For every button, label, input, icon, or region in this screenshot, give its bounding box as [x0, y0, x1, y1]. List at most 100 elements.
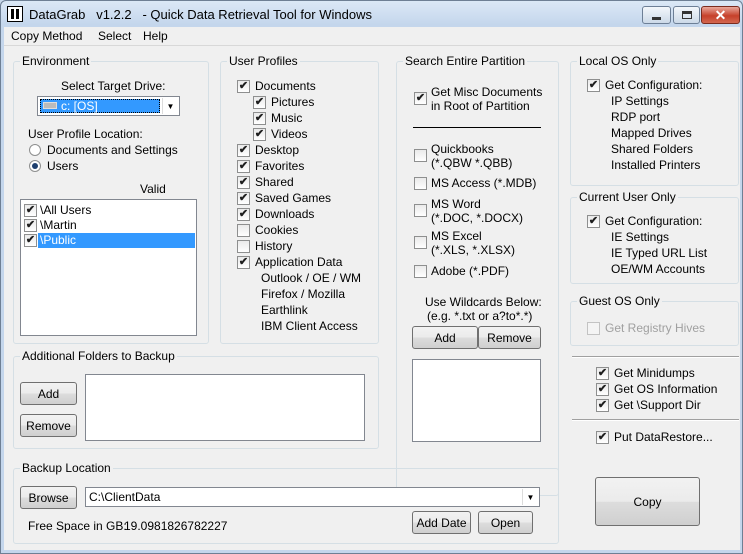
backup-path-value: C:\ClientData: [89, 490, 161, 504]
os-info-checkbox[interactable]: ✔: [596, 383, 609, 396]
client-area: Environment Select Target Drive: c: [OS]…: [4, 46, 740, 550]
support-dir-label: Get \Support Dir: [614, 398, 701, 412]
menu-copy-method[interactable]: Copy Method: [11, 29, 82, 43]
user-profiles-group: User Profiles ✔ Documents ✔ Pictures ✔ M…: [220, 54, 379, 344]
shared-checkbox[interactable]: ✔: [237, 176, 250, 189]
title-bar[interactable]: DataGrab v1.2.2 - Quick Data Retrieval T…: [1, 1, 742, 27]
ie-settings-label: IE Settings: [611, 230, 670, 244]
videos-checkbox[interactable]: ✔: [253, 128, 266, 141]
registry-hives-label: Get Registry Hives: [605, 321, 706, 335]
ms-excel-line2: (*.XLS, *.XLSX): [431, 243, 516, 257]
pictures-checkbox[interactable]: ✔: [253, 96, 266, 109]
music-checkbox[interactable]: ✔: [253, 112, 266, 125]
application-data-label: Application Data: [255, 255, 343, 269]
adobe-label: Adobe (*.PDF): [431, 264, 510, 278]
copy-button[interactable]: Copy: [595, 477, 700, 526]
wildcard-remove-button[interactable]: Remove: [478, 326, 541, 349]
user-config-checkbox[interactable]: ✔: [587, 215, 600, 228]
browse-button[interactable]: Browse: [20, 486, 77, 509]
application-data-checkbox[interactable]: ✔: [237, 256, 250, 269]
guest-os-title: Guest OS Only: [577, 294, 662, 308]
free-space-value: 19.0981826782227: [124, 519, 228, 533]
adobe-checkbox[interactable]: ✔: [414, 265, 427, 278]
ms-access-checkbox[interactable]: ✔: [414, 177, 427, 190]
close-icon: ✕: [714, 7, 727, 23]
profile-checkbox[interactable]: ✔: [24, 204, 37, 217]
saved-games-checkbox[interactable]: ✔: [237, 192, 250, 205]
registry-hives-checkbox[interactable]: ✔: [587, 322, 600, 335]
folder-add-button[interactable]: Add: [20, 382, 77, 405]
profile-label: \Public: [40, 233, 77, 247]
app-window: DataGrab v1.2.2 - Quick Data Retrieval T…: [0, 0, 743, 554]
radio-documents-and-settings[interactable]: [29, 144, 41, 156]
add-date-button[interactable]: Add Date: [412, 511, 471, 534]
ibm-client-access-label: IBM Client Access: [261, 319, 358, 333]
favorites-checkbox[interactable]: ✔: [237, 160, 250, 173]
support-dir-checkbox[interactable]: ✔: [596, 399, 609, 412]
app-icon[interactable]: [7, 6, 23, 22]
put-datarestore-checkbox[interactable]: ✔: [596, 431, 609, 444]
profile-checkbox[interactable]: ✔: [24, 234, 37, 247]
put-datarestore-label: Put DataRestore...: [614, 430, 713, 444]
desktop-label: Desktop: [255, 143, 300, 157]
guest-os-group: Guest OS Only ✔ Get Registry Hives: [570, 294, 739, 346]
valid-label: Valid: [140, 182, 166, 196]
pictures-label: Pictures: [271, 95, 315, 109]
documents-checkbox[interactable]: ✔: [237, 80, 250, 93]
local-os-title: Local OS Only: [577, 54, 659, 68]
misc-docs-checkbox[interactable]: ✔: [414, 92, 427, 105]
radio-users[interactable]: [29, 160, 41, 172]
close-button[interactable]: ✕: [701, 6, 740, 24]
quickbooks-line1: Quickbooks: [431, 142, 494, 156]
drive-selection-highlight: [40, 99, 160, 113]
history-checkbox[interactable]: ✔: [237, 240, 250, 253]
ip-settings-label: IP Settings: [611, 94, 669, 108]
maximize-icon: [681, 11, 692, 19]
downloads-label: Downloads: [255, 207, 315, 221]
wildcard-add-button[interactable]: Add: [412, 326, 478, 349]
maximize-button[interactable]: [673, 6, 700, 24]
local-config-label: Get Configuration:: [605, 78, 703, 92]
list-item[interactable]: ✔ \All Users: [22, 203, 195, 218]
profile-checkbox[interactable]: ✔: [24, 219, 37, 232]
documents-label: Documents: [255, 79, 316, 93]
profile-list[interactable]: ✔ \All Users ✔ \Martin ✔ \Public: [20, 199, 197, 336]
ms-word-checkbox[interactable]: ✔: [414, 204, 427, 217]
desktop-checkbox[interactable]: ✔: [237, 144, 250, 157]
ie-typed-url-label: IE Typed URL List: [611, 246, 708, 260]
firefox-label: Firefox / Mozilla: [261, 287, 346, 301]
radio-label-users: Users: [47, 159, 79, 173]
minimize-button[interactable]: [642, 6, 671, 24]
search-partition-group: Search Entire Partition ✔ Get Misc Docum…: [396, 54, 559, 496]
ms-excel-checkbox[interactable]: ✔: [414, 236, 427, 249]
history-label: History: [255, 239, 293, 253]
minidumps-checkbox[interactable]: ✔: [596, 367, 609, 380]
installed-printers-label: Installed Printers: [611, 158, 701, 172]
list-item[interactable]: ✔ \Public: [22, 233, 195, 248]
chevron-down-icon[interactable]: ▼: [162, 98, 178, 114]
separator: [572, 419, 739, 421]
current-user-title: Current User Only: [577, 190, 678, 204]
target-drive-select[interactable]: c: [OS] ▼: [37, 96, 180, 116]
chevron-down-icon[interactable]: ▼: [522, 489, 538, 505]
folder-remove-button[interactable]: Remove: [20, 414, 77, 437]
radio-selected-dot: [32, 163, 38, 169]
backup-path-select[interactable]: C:\ClientData ▼: [85, 487, 540, 507]
list-item[interactable]: ✔ \Martin: [22, 218, 195, 233]
target-drive-value: c: [OS]: [61, 99, 98, 113]
ms-word-line1: MS Word: [431, 197, 481, 211]
free-space-label: Free Space in GB:: [28, 519, 127, 533]
menu-select[interactable]: Select: [98, 29, 131, 43]
earthlink-label: Earthlink: [261, 303, 308, 317]
cookies-checkbox[interactable]: ✔: [237, 224, 250, 237]
menu-help[interactable]: Help: [143, 29, 168, 43]
saved-games-label: Saved Games: [255, 191, 332, 205]
favorites-label: Favorites: [255, 159, 305, 173]
rdp-port-label: RDP port: [611, 110, 661, 124]
wildcard-list[interactable]: [412, 359, 541, 442]
local-config-checkbox[interactable]: ✔: [587, 79, 600, 92]
quickbooks-checkbox[interactable]: ✔: [414, 149, 427, 162]
open-button[interactable]: Open: [478, 511, 533, 534]
downloads-checkbox[interactable]: ✔: [237, 208, 250, 221]
additional-folders-list[interactable]: [85, 374, 365, 441]
